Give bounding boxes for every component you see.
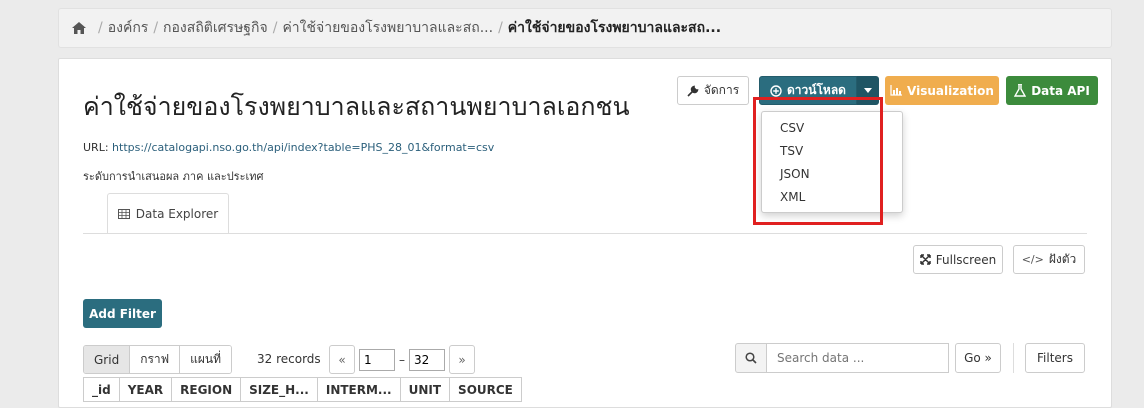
search-go-button[interactable]: Go » [955,343,1001,373]
pager: « – » [329,345,475,374]
presentation-level: ระดับการนำเสนอผล ภาค และประเทศ [83,170,264,183]
search-group [735,343,949,373]
grid-header-row: _id YEAR REGION SIZE_H... INTERM... UNIT… [83,377,522,402]
breadcrumb: / องค์กร / กองสถิติเศรษฐกิจ / ค่าใช้จ่าย… [58,8,1112,48]
column-header-source[interactable]: SOURCE [449,377,522,402]
column-header-id[interactable]: _id [83,377,120,402]
pager-separator: – [399,352,405,367]
fullscreen-button[interactable]: Fullscreen [913,245,1003,274]
url-label: URL: [83,141,109,154]
manage-button-label: จัดการ [703,83,740,97]
column-header-region[interactable]: REGION [171,377,242,402]
filters-button[interactable]: Filters [1025,343,1085,373]
breadcrumb-separator: / [272,20,278,36]
fullscreen-button-label: Fullscreen [935,252,997,267]
double-right-chevron-icon: » [458,352,466,367]
view-map-button[interactable]: แผนที่ [180,346,232,373]
add-filter-button[interactable]: Add Filter [83,299,162,328]
breadcrumb-item-current: ค่าใช้จ่ายของโรงพยาบาลและสถ... [507,20,722,36]
plus-circle-icon [770,84,782,97]
caret-down-icon [864,88,872,93]
embed-button-label: ฝังตัว [1048,252,1077,266]
breadcrumb-separator: / [98,20,103,36]
embed-button[interactable]: </> ฝังตัว [1013,245,1085,274]
flask-icon [1014,84,1027,97]
visualization-button-label: Visualization [907,83,994,98]
search-input[interactable] [767,343,949,373]
expand-icon [920,254,931,265]
code-icon: </> [1021,253,1044,266]
pager-prev-button[interactable]: « [329,345,355,374]
double-left-chevron-icon: « [338,352,346,367]
home-icon[interactable] [71,21,87,35]
wrench-icon [687,85,699,97]
view-switcher: Grid กราฟ แผนที่ [83,345,233,374]
breadcrumb-item-dataset[interactable]: ค่าใช้จ่ายของโรงพยาบาลและสถ... [282,17,493,39]
data-api-button-label: Data API [1031,83,1090,98]
search-addon [735,343,767,373]
column-header-unit[interactable]: UNIT [399,377,451,402]
tab-data-explorer-label: Data Explorer [135,207,219,221]
highlight-box [753,97,883,225]
pager-to-input[interactable] [409,348,445,371]
page-title: ค่าใช้จ่ายของโรงพยาบาลและสถานพยาบาลเอกชน [83,92,630,121]
resource-url-line: URL: https://catalogapi.nso.go.th/api/in… [83,141,494,154]
pager-from-input[interactable] [359,348,395,371]
resource-url-link[interactable]: https://catalogapi.nso.go.th/api/index?t… [112,141,494,154]
breadcrumb-separator: / [498,20,503,36]
column-header-interm[interactable]: INTERM... [316,377,401,402]
breadcrumb-item-organization[interactable]: องค์กร [108,17,149,39]
resource-card: ค่าใช้จ่ายของโรงพยาบาลและสถานพยาบาลเอกชน… [58,58,1112,408]
pager-next-button[interactable]: » [449,345,475,374]
record-count: 32 records [257,352,321,366]
tab-divider [83,233,1087,234]
tab-data-explorer[interactable]: Data Explorer [107,193,229,234]
visualization-button[interactable]: Visualization [885,76,999,105]
search-icon [745,352,757,364]
data-api-button[interactable]: Data API [1006,76,1098,105]
toolbar-divider [1013,343,1014,373]
breadcrumb-separator: / [153,20,159,36]
manage-button[interactable]: จัดการ [677,76,749,105]
view-graph-button[interactable]: กราฟ [130,346,181,373]
bar-chart-icon [890,85,903,96]
data-grid: _id YEAR REGION SIZE_H... INTERM... UNIT… [83,377,522,402]
column-header-year[interactable]: YEAR [118,377,173,402]
view-grid-button[interactable]: Grid [84,346,131,373]
column-header-size[interactable]: SIZE_H... [240,377,318,402]
breadcrumb-item-division[interactable]: กองสถิติเศรษฐกิจ [163,17,268,39]
table-icon [117,209,130,219]
